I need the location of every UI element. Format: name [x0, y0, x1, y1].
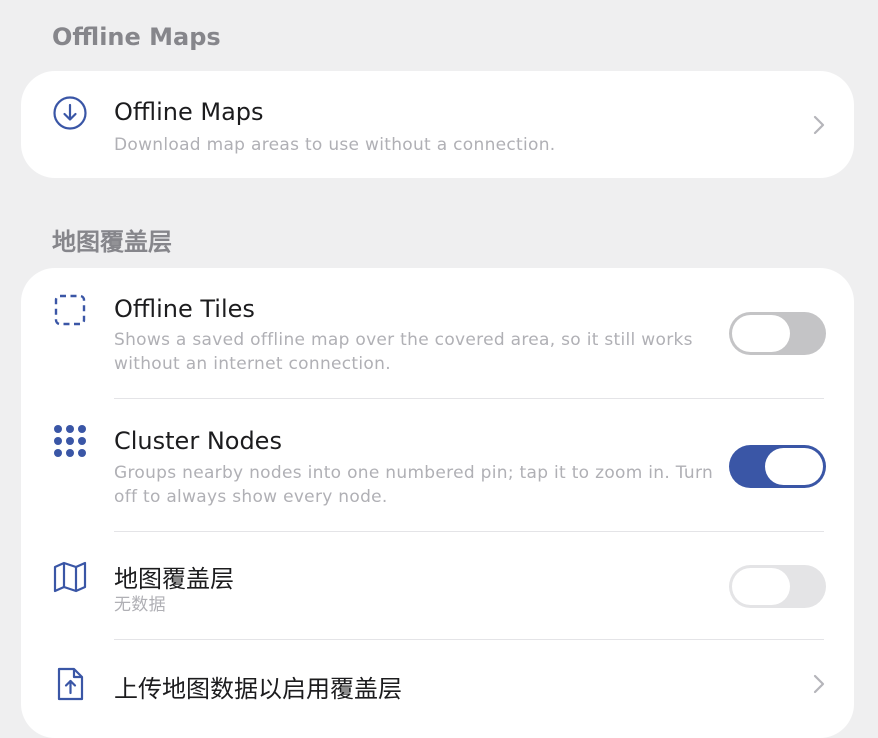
- map-overlay-card: Offline Tiles Shows a saved offline map …: [21, 268, 854, 738]
- offline-maps-title: Offline Maps: [114, 98, 264, 126]
- offline-maps-subtitle: Download map areas to use without a conn…: [114, 135, 556, 155]
- chevron-right-icon: [813, 115, 825, 135]
- offline-tiles-row: Offline Tiles Shows a saved offline map …: [21, 268, 854, 398]
- download-circle-icon: [53, 96, 87, 130]
- map-overlay-title: 地图覆盖层: [114, 565, 234, 593]
- dashed-square-icon: [54, 294, 86, 326]
- upload-map-data-title: 上传地图数据以启用覆盖层: [114, 675, 402, 703]
- map-overlay-subtitle: 无数据: [114, 595, 166, 615]
- upload-map-data-row[interactable]: 上传地图数据以启用覆盖层: [21, 640, 854, 738]
- cluster-nodes-subtitle: Groups nearby nodes into one numbered pi…: [114, 463, 714, 507]
- offline-maps-row[interactable]: Offline Maps Download map areas to use w…: [21, 71, 854, 178]
- map-overlay-toggle[interactable]: [729, 565, 826, 608]
- toggle-knob: [765, 448, 823, 485]
- map-icon: [53, 561, 87, 593]
- cluster-nodes-row: Cluster Nodes Groups nearby nodes into o…: [21, 399, 854, 531]
- cluster-nodes-title: Cluster Nodes: [114, 427, 282, 455]
- toggle-knob: [732, 568, 790, 605]
- offline-tiles-subtitle: Shows a saved offline map over the cover…: [114, 330, 693, 374]
- map-overlay-section-title: 地图覆盖层: [52, 228, 172, 256]
- offline-tiles-title: Offline Tiles: [114, 295, 255, 323]
- toggle-knob: [732, 315, 790, 352]
- cluster-nodes-toggle[interactable]: [729, 445, 826, 488]
- chevron-right-icon: [813, 674, 825, 694]
- offline-maps-card: Offline Maps Download map areas to use w…: [21, 71, 854, 178]
- offline-tiles-toggle[interactable]: [729, 312, 826, 355]
- upload-file-icon: [57, 667, 84, 701]
- offline-maps-section-title: Offline Maps: [52, 23, 221, 51]
- map-overlay-row: 地图覆盖层 无数据: [21, 532, 854, 639]
- dot-grid-icon: [54, 425, 86, 457]
